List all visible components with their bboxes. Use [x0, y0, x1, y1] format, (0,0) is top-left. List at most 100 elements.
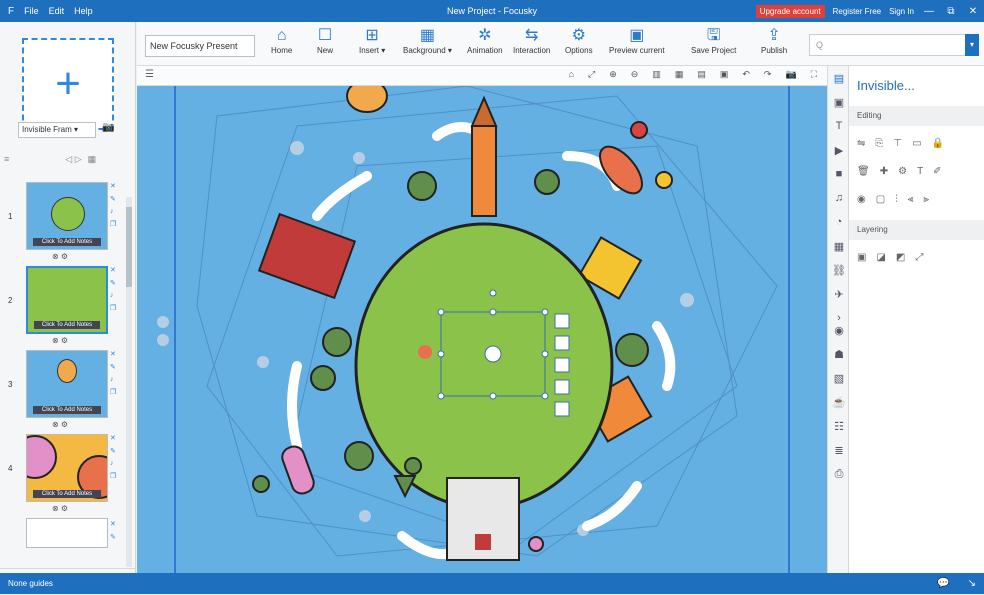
bring-forward-icon[interactable]: ◪ — [876, 252, 885, 263]
register-free-link[interactable]: Register Free — [833, 7, 881, 16]
table-icon[interactable]: ▦ — [832, 240, 846, 253]
camera-icon[interactable]: 📷 — [102, 122, 114, 133]
search-input[interactable]: Q — [809, 34, 969, 56]
lock-icon[interactable]: 🔒 — [932, 138, 944, 149]
frame-type-select[interactable]: Invisible Fram ▾ — [18, 122, 96, 138]
brush-icon[interactable]: ✐ — [933, 166, 941, 177]
frame-thumbnail-2[interactable]: Click To Add Notes — [26, 266, 108, 334]
thumb-controls[interactable]: ⊗ ⚙ — [52, 336, 68, 345]
settings-icon[interactable]: ⚙ — [898, 166, 907, 177]
zoom-out-icon[interactable]: ⊖ — [631, 69, 639, 80]
delete-icon[interactable]: ✕ — [110, 266, 116, 274]
thumb-controls[interactable]: ⊗ ⚙ — [52, 420, 68, 429]
delete-icon[interactable]: ✕ — [110, 520, 116, 528]
resize-icon[interactable]: ↘ — [968, 573, 976, 594]
add-icon[interactable]: ✚ — [880, 166, 888, 177]
redo-icon[interactable]: ↷ — [764, 69, 772, 80]
send-back-icon[interactable]: ⤢ — [915, 252, 923, 263]
editing-canvas[interactable] — [137, 86, 827, 573]
search-button[interactable]: ▾ — [965, 34, 979, 56]
align-icon[interactable]: ▥ — [652, 69, 661, 80]
flip-icon[interactable]: ⇋ — [857, 138, 865, 149]
properties-icon[interactable]: ▤ — [832, 72, 846, 85]
interaction-button[interactable]: ⇆ Interaction — [513, 26, 550, 55]
align-left-icon[interactable]: ⫷ — [908, 194, 914, 205]
gallery-icon[interactable]: ▧ — [832, 372, 846, 385]
shape-icon[interactable]: ■ — [832, 168, 846, 180]
grid-icon[interactable]: ▦ — [675, 69, 684, 80]
zoom-in-icon[interactable]: ⊕ — [609, 69, 617, 80]
audio-icon[interactable]: ♪ — [110, 376, 116, 383]
send-backward-icon[interactable]: ◩ — [896, 252, 905, 263]
align-right-icon[interactable]: ⫸ — [923, 194, 929, 205]
home-button[interactable]: ⌂ Home — [271, 26, 292, 55]
editing-section-header[interactable]: Editing — [849, 106, 984, 126]
audio-icon[interactable]: ♪ — [110, 208, 116, 215]
add-frame-button[interactable]: + — [22, 38, 114, 130]
sign-in-link[interactable]: Sign In — [889, 7, 914, 16]
project-name-field[interactable]: New Focusky Present — [145, 35, 255, 57]
copy-icon[interactable]: ❐ — [110, 220, 116, 228]
frame-thumbnail-5[interactable] — [26, 518, 108, 548]
close-button[interactable]: ✕ — [966, 6, 980, 17]
video-icon[interactable]: ▶ — [832, 144, 846, 157]
chart-icon[interactable]: ◔ — [832, 216, 846, 228]
frame-thumbnail-3[interactable]: Click To Add Notes — [26, 350, 108, 418]
new-button[interactable]: ☐ New — [317, 26, 333, 55]
delete-icon[interactable]: ✕ — [110, 350, 116, 358]
background-button[interactable]: ▦ Background ▾ — [403, 26, 452, 55]
undo-icon[interactable]: ↶ — [742, 69, 750, 80]
distribute-icon[interactable]: ⫶ — [895, 194, 898, 205]
frames-menu-icon[interactable]: ≡ — [4, 154, 9, 164]
plane-icon[interactable]: ✈ — [832, 288, 846, 301]
thumb-controls[interactable]: ⊗ ⚙ — [52, 504, 68, 513]
bring-front-icon[interactable]: ▣ — [857, 252, 866, 263]
edit-icon[interactable]: ✎ — [110, 279, 116, 287]
eye-icon[interactable]: ◉ — [857, 194, 866, 205]
delete-icon[interactable]: ✕ — [110, 182, 116, 190]
frame-thumbnail-1[interactable]: Click To Add Notes — [26, 182, 108, 250]
frames-nav-icon[interactable]: ◁ ▷ — [65, 154, 81, 165]
collapse-arrow-icon[interactable]: › — [832, 312, 846, 324]
edit-icon[interactable]: ✎ — [110, 533, 116, 541]
animation-button[interactable]: ✲ Animation — [467, 26, 503, 55]
copy-icon[interactable]: ❐ — [110, 388, 116, 396]
edit-icon[interactable]: ✎ — [110, 363, 116, 371]
screenshot-icon[interactable]: 📷 — [785, 69, 796, 80]
outline-icon[interactable]: ☰ — [145, 69, 154, 80]
delete-icon[interactable]: ✕ — [110, 434, 116, 442]
upgrade-account-button[interactable]: Upgrade account — [755, 4, 825, 18]
fullscreen-icon[interactable]: ⛶ — [811, 69, 817, 80]
thumb-controls[interactable]: ⊗ ⚙ — [52, 252, 68, 261]
edit-icon[interactable]: ✎ — [110, 447, 116, 455]
align-top-icon[interactable]: ⊤ — [893, 138, 902, 149]
layering-section-header[interactable]: Layering — [849, 220, 984, 240]
bin-icon[interactable]: 🗑 — [857, 166, 870, 177]
home-view-icon[interactable]: ⌂ — [569, 69, 574, 80]
minimize-button[interactable]: — — [922, 6, 936, 17]
window-icon[interactable]: ▢ — [876, 194, 885, 205]
print-icon[interactable]: ⎙ — [832, 468, 846, 481]
save-project-button[interactable]: 🖫 Save Project — [691, 26, 736, 55]
maximize-button[interactable]: ⧉ — [944, 6, 958, 17]
insert-button[interactable]: ⊞ Insert ▾ — [359, 26, 385, 55]
circle-icon[interactable]: ◉ — [832, 324, 846, 337]
group-icon[interactable]: ▣ — [720, 69, 729, 80]
layer-icon[interactable]: ▤ — [697, 69, 706, 80]
audio-icon[interactable]: ♪ — [110, 292, 116, 299]
speech-icon[interactable]: ☗ — [832, 348, 846, 361]
edit-icon[interactable]: ✎ — [110, 195, 116, 203]
copy-icon[interactable]: ❐ — [110, 472, 116, 480]
zoom-fit-icon[interactable]: ⤢ — [588, 69, 595, 80]
copy-style-icon[interactable]: ⎘ — [875, 138, 883, 149]
audio-icon[interactable]: ♪ — [110, 460, 116, 467]
options-button[interactable]: ⚙ Options — [565, 26, 593, 55]
text-icon[interactable]: T — [832, 120, 846, 132]
cup-icon[interactable]: ☕ — [832, 396, 846, 409]
frames-scrollbar[interactable] — [126, 197, 132, 567]
list-icon[interactable]: ☷ — [832, 420, 846, 433]
link-icon[interactable]: ⛓ — [832, 264, 846, 277]
text-format-icon[interactable]: Τ — [917, 166, 923, 177]
image-icon[interactable]: ▣ — [832, 96, 846, 109]
publish-button[interactable]: ⇪ Publish — [761, 26, 787, 55]
